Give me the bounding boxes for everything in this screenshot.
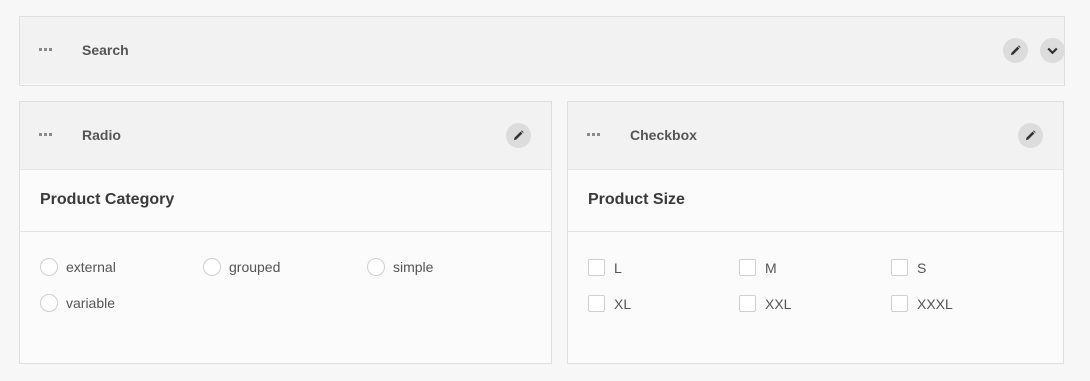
- option-label: XXXL: [917, 295, 953, 312]
- option-label: simple: [393, 259, 434, 275]
- checkbox-option-xl[interactable]: XL: [588, 295, 631, 312]
- pencil-icon: [1010, 45, 1021, 56]
- radio-button[interactable]: [203, 258, 221, 276]
- checkbox[interactable]: [891, 259, 908, 276]
- checkbox[interactable]: [891, 295, 908, 312]
- product-category-header: Product Category: [20, 170, 551, 232]
- checkbox-option-xxl[interactable]: XXL: [739, 295, 791, 312]
- radio-option-grouped[interactable]: grouped: [203, 258, 280, 276]
- search-panel-header[interactable]: Search: [20, 17, 1065, 84]
- radio-panel-title: Radio: [82, 127, 121, 143]
- search-panel-title: Search: [82, 42, 129, 58]
- radio-panel: Radio Product Category external grouped …: [19, 101, 552, 364]
- checkbox-options: L M S XL XXL XXXL: [568, 232, 1063, 362]
- checkbox-panel-title: Checkbox: [630, 127, 697, 143]
- option-label: XXL: [765, 295, 792, 312]
- checkbox-option-xxxl[interactable]: XXXL: [891, 295, 953, 312]
- option-label: grouped: [229, 259, 281, 275]
- option-label: XL: [614, 295, 632, 312]
- section-title: Product Category: [40, 191, 175, 208]
- option-label: S: [917, 259, 927, 276]
- checkbox[interactable]: [739, 295, 756, 312]
- search-edit-button[interactable]: [1003, 38, 1028, 63]
- radio-button[interactable]: [40, 258, 58, 276]
- checkbox-panel-header[interactable]: Checkbox: [568, 102, 1063, 170]
- checkbox[interactable]: [588, 295, 605, 312]
- option-label: variable: [66, 295, 116, 311]
- search-expand-button[interactable]: [1040, 38, 1065, 63]
- checkbox-option-s[interactable]: S: [891, 259, 926, 276]
- chevron-down-icon: [1047, 47, 1058, 54]
- option-label: external: [66, 259, 116, 275]
- product-size-header: Product Size: [568, 170, 1063, 232]
- pencil-icon: [1025, 130, 1036, 141]
- checkbox[interactable]: [588, 259, 605, 276]
- radio-option-simple[interactable]: simple: [367, 258, 433, 276]
- section-title: Product Size: [588, 191, 685, 208]
- radio-option-variable[interactable]: variable: [40, 294, 115, 312]
- radio-options: external grouped simple variable: [20, 232, 551, 362]
- checkbox[interactable]: [739, 259, 756, 276]
- checkbox-edit-button[interactable]: [1018, 123, 1043, 148]
- checkbox-panel: Checkbox Product Size L M S XL XXL XXXL: [567, 101, 1064, 364]
- radio-button[interactable]: [367, 258, 385, 276]
- checkbox-option-m[interactable]: M: [739, 259, 777, 276]
- checkbox-option-l[interactable]: L: [588, 259, 622, 276]
- radio-option-external[interactable]: external: [40, 258, 116, 276]
- drag-handle-icon[interactable]: [39, 48, 52, 51]
- pencil-icon: [513, 130, 524, 141]
- radio-button[interactable]: [40, 294, 58, 312]
- drag-handle-icon[interactable]: [39, 133, 52, 136]
- radio-panel-header[interactable]: Radio: [20, 102, 551, 170]
- radio-edit-button[interactable]: [506, 123, 531, 148]
- search-panel: Search: [19, 16, 1065, 86]
- drag-handle-icon[interactable]: [587, 133, 600, 136]
- option-label: L: [614, 259, 622, 276]
- option-label: M: [765, 259, 777, 276]
